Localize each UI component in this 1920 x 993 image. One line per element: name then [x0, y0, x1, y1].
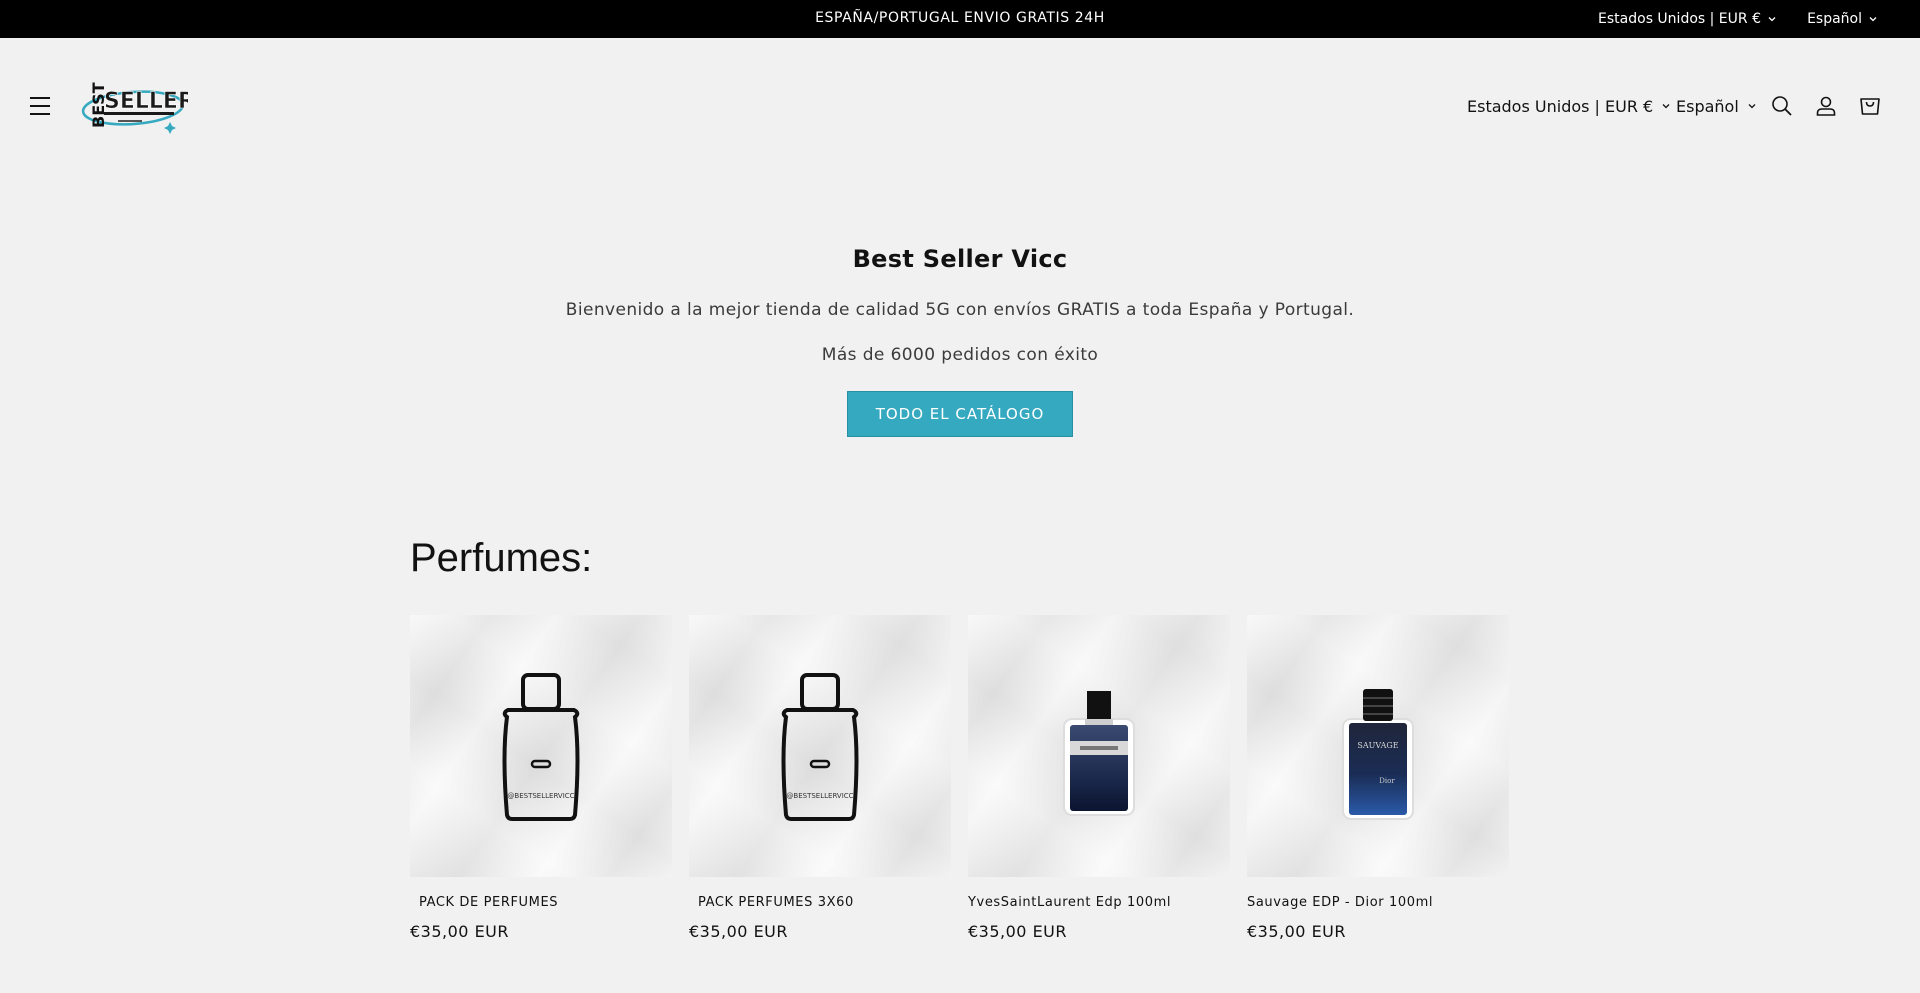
collection-title: Perfumes: — [410, 536, 593, 580]
announcement-bar: ESPAÑA/PORTUGAL ENVIO GRATIS 24H Estados… — [0, 0, 1920, 38]
product-price: €35,00 EUR — [689, 922, 789, 941]
bottle-brand: Dior — [1379, 777, 1395, 785]
product-image[interactable]: @BESTSELLERVICC — [689, 615, 951, 877]
chevron-down-icon — [1869, 17, 1877, 22]
product-card[interactable]: @BESTSELLERVICC PACK PERFUMES 3X60 €35,0… — [689, 615, 951, 941]
hero-title: Best Seller Vicc — [852, 245, 1068, 273]
product-watermark: @BESTSELLERVICC — [507, 792, 574, 800]
perfume-bottle-icon: @BESTSELLERVICC — [502, 673, 580, 821]
product-price: €35,00 EUR — [968, 922, 1068, 941]
chevron-down-icon — [1662, 104, 1670, 109]
language-label: Español — [1676, 96, 1739, 116]
hero-description: Bienvenido a la mejor tienda de calidad … — [565, 300, 1355, 320]
site-header: BEST SELLER Estados Unidos | EUR € Españ… — [0, 38, 1920, 176]
sauvage-bottle-image: SAUVAGE Dior — [1342, 689, 1414, 820]
product-price: €35,00 EUR — [1247, 922, 1347, 941]
language-selector[interactable]: Español — [1676, 94, 1757, 118]
announcement-language-selector[interactable]: Español — [1807, 0, 1878, 38]
logo[interactable]: BEST SELLER — [78, 70, 188, 146]
cart-icon[interactable] — [1858, 94, 1882, 118]
product-title[interactable]: PACK DE PERFUMES — [410, 895, 672, 910]
product-card[interactable]: SAUVAGE Dior Sauvage EDP - Dior 100ml €3… — [1247, 615, 1509, 941]
product-card[interactable]: YvesSaintLaurent Edp 100ml €35,00 EUR — [968, 615, 1230, 941]
country-selector[interactable]: Estados Unidos | EUR € — [1467, 94, 1671, 118]
bottle-label: SAUVAGE — [1357, 741, 1398, 750]
product-price: €35,00 EUR — [410, 922, 510, 941]
chevron-down-icon — [1768, 17, 1776, 22]
product-image[interactable]: @BESTSELLERVICC — [410, 615, 672, 877]
product-title[interactable]: YvesSaintLaurent Edp 100ml — [968, 895, 1230, 910]
svg-text:SELLER: SELLER — [104, 89, 188, 114]
chevron-down-icon — [1748, 104, 1756, 109]
hero-subtext: Más de 6000 pedidos con éxito — [821, 345, 1099, 365]
product-title[interactable]: Sauvage EDP - Dior 100ml — [1247, 895, 1509, 910]
announcement-language-label: Español — [1807, 10, 1862, 27]
country-label: Estados Unidos | EUR € — [1467, 96, 1654, 116]
product-image[interactable] — [968, 615, 1230, 877]
perfume-bottle-icon: @BESTSELLERVICC — [781, 673, 859, 821]
account-icon[interactable] — [1814, 94, 1838, 118]
search-icon[interactable] — [1770, 94, 1794, 118]
menu-icon[interactable] — [30, 96, 52, 116]
product-title[interactable]: PACK PERFUMES 3X60 — [689, 895, 951, 910]
catalog-button[interactable]: TODO EL CATÁLOGO — [847, 391, 1073, 437]
ysl-bottle-image — [1063, 691, 1135, 816]
announcement-country-selector[interactable]: Estados Unidos | EUR € — [1598, 0, 1777, 38]
product-image[interactable]: SAUVAGE Dior — [1247, 615, 1509, 877]
product-card[interactable]: @BESTSELLERVICC PACK DE PERFUMES €35,00 … — [410, 615, 672, 941]
product-watermark: @BESTSELLERVICC — [786, 792, 853, 800]
announcement-country-label: Estados Unidos | EUR € — [1598, 10, 1761, 27]
